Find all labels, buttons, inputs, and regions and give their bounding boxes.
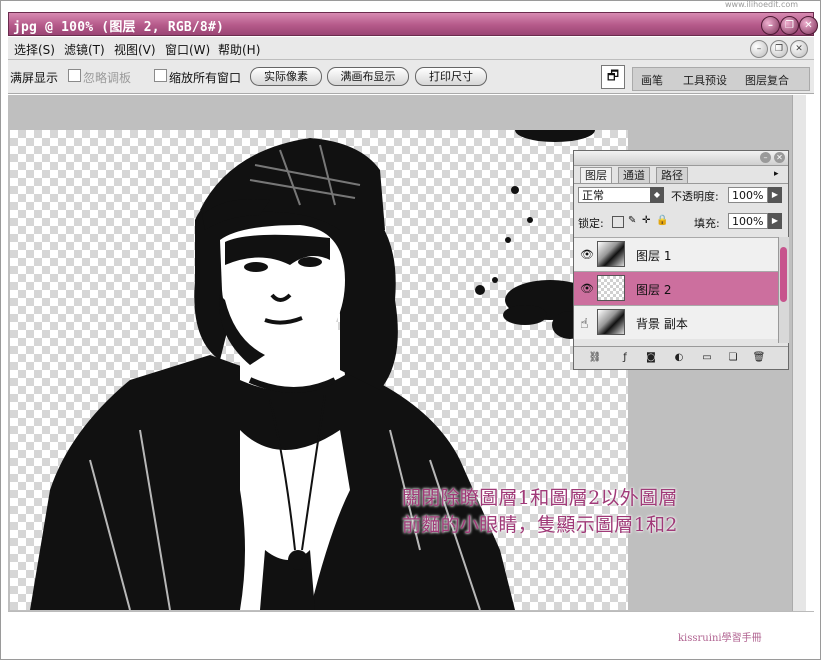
panel-minimize-button[interactable]: –: [760, 152, 771, 163]
minimize-button[interactable]: –: [761, 16, 780, 35]
layer-thumbnail: [597, 275, 625, 301]
new-layer-icon[interactable]: ❏: [726, 351, 740, 364]
caption-line-2: 前麵的小眼睛，隻顯示圖層1和2: [402, 514, 678, 536]
fill-label: 填充:: [694, 217, 720, 230]
layer-row[interactable]: 👁 图层 1: [574, 237, 778, 271]
hand-cursor-icon[interactable]: ☝: [580, 316, 589, 332]
menu-view[interactable]: 视图(V): [114, 41, 156, 58]
link-layers-icon[interactable]: ⛓: [588, 351, 602, 364]
lock-transparency-icon[interactable]: [612, 216, 624, 228]
menu-bar: 选择(S) 滤镜(T) 视图(V) 窗口(W) 帮助(H) – ❐ ✕: [8, 37, 814, 60]
ignore-palettes-checkbox[interactable]: [68, 69, 81, 82]
menu-help[interactable]: 帮助(H): [218, 41, 260, 58]
layer-name: 背景 副本: [636, 317, 688, 331]
blend-mode-dropdown-icon[interactable]: ◆: [650, 187, 664, 203]
vertical-scrollbar[interactable]: [792, 95, 806, 611]
panel-menu-icon[interactable]: ▸: [774, 169, 779, 179]
layer-row-selected[interactable]: 👁 图层 2: [574, 271, 778, 305]
opacity-field[interactable]: 100%: [728, 187, 768, 203]
file-browser-icon[interactable]: 🗗: [601, 65, 625, 89]
layer-thumbnail: [597, 241, 625, 267]
lock-label: 锁定:: [578, 217, 604, 230]
doc-restore-button[interactable]: ❐: [770, 40, 788, 58]
layer-thumbnail: [597, 309, 625, 335]
trash-icon[interactable]: 🗑: [752, 351, 766, 364]
visibility-eye-icon[interactable]: 👁: [580, 248, 594, 261]
doc-close-button[interactable]: ✕: [790, 40, 808, 58]
fit-on-screen-button[interactable]: 满画布显示: [327, 67, 409, 86]
watermark: kissruini學習手冊: [678, 633, 762, 644]
fill-field[interactable]: 100%: [728, 213, 768, 229]
palette-well: 画笔 工具预设 图层复合: [632, 67, 810, 91]
layer-name: 图层 1: [636, 249, 672, 263]
new-group-icon[interactable]: ▭: [700, 351, 714, 364]
opacity-label: 不透明度:: [671, 190, 719, 203]
print-size-button[interactable]: 打印尺寸: [415, 67, 487, 86]
menu-select[interactable]: 选择(S): [14, 41, 55, 58]
doc-minimize-button[interactable]: –: [750, 40, 768, 58]
visibility-eye-icon[interactable]: 👁: [580, 282, 594, 295]
document-title: jpg @ 100% (图层 2, RGB/8#): [13, 20, 225, 35]
add-mask-icon[interactable]: ◙: [644, 351, 658, 364]
layers-scrollbar[interactable]: [778, 237, 789, 343]
menu-filter[interactable]: 滤镜(T): [64, 41, 105, 58]
tab-channels[interactable]: 通道: [618, 167, 650, 183]
lock-position-icon[interactable]: ✛: [642, 216, 652, 226]
tab-paths[interactable]: 路径: [656, 167, 688, 183]
layer-name: 图层 2: [636, 283, 672, 297]
lock-image-icon[interactable]: ✎: [628, 216, 638, 226]
ignore-palettes-label: 忽略调板: [83, 71, 132, 85]
layer-row[interactable]: ☝ 背景 副本: [574, 305, 778, 339]
top-watermark: www.ilihoedit.com: [725, 0, 799, 9]
tab-layers[interactable]: 图层: [580, 167, 612, 183]
fit-screen-label: 满屏显示: [10, 71, 59, 85]
opacity-arrow-icon[interactable]: ▶: [768, 187, 782, 203]
well-tab-tool-presets[interactable]: 工具预设: [683, 72, 727, 88]
caption-line-1: 關閉除瞭圖層1和圖層2以外圖層: [402, 487, 678, 509]
panel-close-button[interactable]: ✕: [774, 152, 785, 163]
layers-panel: – ✕ 图层 通道 路径 ▸ 正常 ◆ 不透明度: 100% ▶ 锁定: ✎ ✛…: [573, 150, 789, 370]
zoom-all-windows-label: 缩放所有窗口: [169, 71, 242, 85]
layers-scroll-thumb[interactable]: [780, 247, 787, 302]
options-bar: 满屏显示 忽略调板 缩放所有窗口 实际像素 满画布显示 打印尺寸 🗗 画笔 工具…: [8, 60, 814, 94]
well-tab-brushes[interactable]: 画笔: [641, 72, 663, 88]
fill-arrow-icon[interactable]: ▶: [768, 213, 782, 229]
title-bar: jpg @ 100% (图层 2, RGB/8#) – ❐ ✕: [8, 12, 818, 36]
layers-footer: ⛓ ƒ ◙ ◐ ▭ ❏ 🗑: [574, 346, 788, 369]
actual-pixels-button[interactable]: 实际像素: [250, 67, 322, 86]
well-tab-layer-comps[interactable]: 图层复合: [745, 72, 789, 88]
layer-style-icon[interactable]: ƒ: [618, 351, 632, 364]
zoom-all-windows-checkbox[interactable]: [154, 69, 167, 82]
restore-button[interactable]: ❐: [780, 16, 799, 35]
adjustment-layer-icon[interactable]: ◐: [672, 351, 686, 364]
menu-window[interactable]: 窗口(W): [165, 41, 210, 58]
lock-all-icon[interactable]: 🔒: [656, 216, 668, 226]
close-button[interactable]: ✕: [799, 16, 818, 35]
screenshot-frame: www.ilihoedit.com jpg @ 100% (图层 2, RGB/…: [0, 0, 821, 660]
caption-overlay: 關閉除瞭圖層1和圖層2以外圖層 前麵的小眼睛，隻顯示圖層1和2: [402, 485, 678, 539]
panel-tabs: 图层 通道 路径 ▸: [574, 166, 788, 184]
layers-panel-titlebar[interactable]: – ✕: [574, 151, 788, 166]
